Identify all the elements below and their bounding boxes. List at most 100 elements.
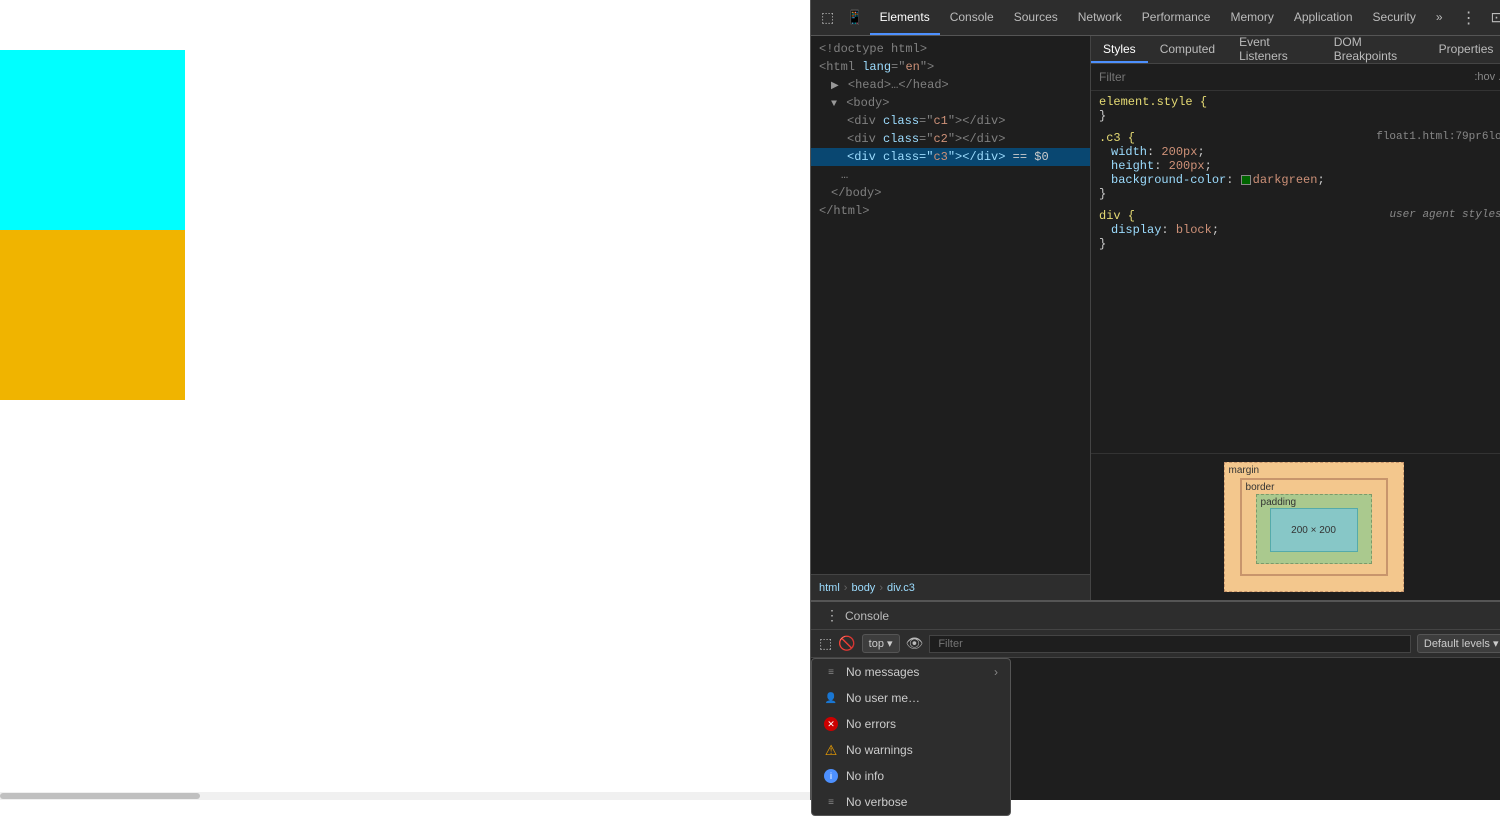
user-agent-label: user agent stylesheet [1389, 209, 1500, 221]
styles-tab-dom-breakpoints[interactable]: DOM Breakpoints [1322, 36, 1427, 63]
tab-security[interactable]: Security [1363, 0, 1426, 35]
dom-line-html[interactable]: <html lang="en"> [811, 58, 1090, 76]
yellow-div [0, 230, 185, 400]
breadcrumb-html[interactable]: html [819, 582, 840, 594]
tab-sources[interactable]: Sources [1004, 0, 1068, 35]
css-rules-panel: element.style { } .c3 { float1.html:79pr… [1091, 91, 1500, 453]
styles-tab-properties[interactable]: Properties [1427, 36, 1500, 63]
no-messages-arrow: › [994, 665, 998, 679]
verbose-icon: ≡ [824, 795, 838, 809]
tab-memory[interactable]: Memory [1220, 0, 1283, 35]
devtools-dock-icon[interactable]: ⊡ [1485, 9, 1500, 26]
css-value-display[interactable]: block [1176, 223, 1212, 237]
styles-tab-event-listeners[interactable]: Event Listeners [1227, 36, 1322, 63]
console-level-selector[interactable]: Default levels ▾ [1417, 634, 1500, 653]
styles-tab-styles[interactable]: Styles [1091, 36, 1148, 63]
filter-options[interactable]: :hov .cls [1474, 71, 1500, 83]
padding-label: padding [1261, 497, 1297, 508]
css-selector[interactable]: element.style { [1099, 95, 1207, 109]
console-dropdown-no-verbose[interactable]: ≡ No verbose [812, 789, 1010, 815]
device-icon[interactable]: 📱 [840, 9, 869, 26]
console-section: ⋮ Console ✕ ⬚ 🚫 top ▾ 👁 Default levels ▾… [811, 600, 1500, 800]
css-value-bg-color[interactable]: darkgreen [1253, 173, 1318, 187]
css-prop-display[interactable]: display [1099, 223, 1161, 237]
error-icon: ✕ [824, 717, 838, 731]
styles-panel: Styles Computed Event Listeners DOM Brea… [1091, 36, 1500, 600]
devtools-toolbar: ⬚ 📱 Elements Console Sources Network Per… [811, 0, 1500, 36]
tab-application[interactable]: Application [1284, 0, 1363, 35]
breadcrumb-divc3[interactable]: div.c3 [887, 582, 915, 594]
console-eye-icon[interactable]: 👁 [906, 635, 924, 652]
inspect-icon[interactable]: ⬚ [815, 9, 840, 26]
styles-tab-computed[interactable]: Computed [1148, 36, 1227, 63]
tab-more[interactable]: » [1426, 0, 1453, 35]
box-model-section: margin - border - padding - [1091, 453, 1500, 600]
dom-tree[interactable]: <!doctype html> <html lang="en"> ▶ <head… [811, 36, 1090, 574]
console-clear-icon[interactable]: 🚫 [838, 635, 855, 652]
console-header: ⋮ Console ✕ [811, 602, 1500, 630]
scrollbar-thumb[interactable] [0, 793, 200, 799]
tab-console[interactable]: Console [940, 0, 1004, 35]
no-errors-label: No errors [846, 717, 896, 731]
console-dropdown-no-warnings[interactable]: ⚠ No warnings [812, 737, 1010, 763]
dom-line-head[interactable]: ▶ <head>…</head> [811, 76, 1090, 94]
css-source-c3[interactable]: float1.html:79pr6log:21 [1376, 131, 1500, 143]
dom-line-close-body[interactable]: </body> [811, 184, 1090, 202]
styles-tab-list: Styles Computed Event Listeners DOM Brea… [1091, 36, 1500, 64]
devtools-more-icon[interactable]: ⋮ [1453, 8, 1485, 28]
css-prop-bg-color[interactable]: background-color [1099, 173, 1226, 187]
dom-line-div-c2[interactable]: <div class="c2"></div> [811, 130, 1090, 148]
tab-network[interactable]: Network [1068, 0, 1132, 35]
margin-label: margin [1229, 465, 1260, 476]
css-value-width[interactable]: 200px [1161, 145, 1197, 159]
console-dropdown: ≡ No messages › 👤 No user me… ✕ No error… [811, 658, 1011, 816]
dom-line-body[interactable]: ▼ <body> [811, 94, 1090, 112]
console-context-selector[interactable]: top ▾ [862, 634, 900, 653]
breadcrumb-body[interactable]: body [851, 582, 875, 594]
dom-line-div-c3[interactable]: <div class="c3"></div> == $0 [811, 148, 1090, 166]
css-selector-c3[interactable]: .c3 { [1099, 131, 1135, 145]
browser-viewport [0, 0, 810, 800]
css-prop-width[interactable]: width [1099, 145, 1147, 159]
css-rule-div-ua: div { user agent stylesheet display: blo… [1099, 209, 1500, 251]
border-label: border [1246, 482, 1275, 493]
devtools-panel: ⬚ 📱 Elements Console Sources Network Per… [810, 0, 1500, 800]
console-inspect-icon[interactable]: ⬚ [819, 635, 832, 652]
console-dropdown-no-info[interactable]: i No info [812, 763, 1010, 789]
dom-line-doctype[interactable]: <!doctype html> [811, 40, 1090, 58]
box-model-diagram: margin - border - padding - [1224, 462, 1404, 592]
dom-dots: … [811, 166, 1090, 184]
messages-icon: ≡ [824, 665, 838, 679]
css-selector-div[interactable]: div { [1099, 209, 1135, 223]
css-value-height[interactable]: 200px [1169, 159, 1205, 173]
warning-icon: ⚠ [824, 743, 838, 757]
viewport-scrollbar[interactable] [0, 792, 810, 800]
console-dropdown-no-messages[interactable]: ≡ No messages › [812, 659, 1010, 685]
css-rule-element-style: element.style { } [1099, 95, 1500, 123]
console-title: Console [845, 609, 889, 623]
tab-elements[interactable]: Elements [870, 0, 940, 35]
console-toolbar: ⬚ 🚫 top ▾ 👁 Default levels ▾ ⚙ [811, 630, 1500, 658]
dom-line-close-html[interactable]: </html> [811, 202, 1090, 220]
console-dropdown-no-user-messages[interactable]: 👤 No user me… [812, 685, 1010, 711]
css-color-swatch[interactable] [1241, 175, 1251, 185]
no-info-label: No info [846, 769, 884, 783]
dom-line-div-c1[interactable]: <div class="c1"></div> [811, 112, 1090, 130]
dom-panel: <!doctype html> <html lang="en"> ▶ <head… [811, 36, 1091, 600]
css-rule-c3: .c3 { float1.html:79pr6log:21 width: 200… [1099, 131, 1500, 201]
no-verbose-label: No verbose [846, 795, 907, 809]
no-warnings-label: No warnings [846, 743, 913, 757]
content-size-label: 200 × 200 [1291, 525, 1336, 536]
no-messages-label: No messages [846, 665, 919, 679]
console-menu-icon[interactable]: ⋮ [819, 607, 845, 624]
styles-filter-input[interactable] [1099, 70, 1466, 84]
no-user-messages-label: No user me… [846, 691, 920, 705]
cyan-div [0, 50, 185, 230]
breadcrumb: html › body › div.c3 [811, 574, 1090, 600]
tab-performance[interactable]: Performance [1132, 0, 1221, 35]
user-messages-icon: 👤 [824, 691, 838, 705]
css-prop-height[interactable]: height [1099, 159, 1154, 173]
console-filter-input[interactable] [929, 635, 1411, 653]
console-dropdown-no-errors[interactable]: ✕ No errors [812, 711, 1010, 737]
styles-filter-row: :hov .cls + [1091, 64, 1500, 91]
